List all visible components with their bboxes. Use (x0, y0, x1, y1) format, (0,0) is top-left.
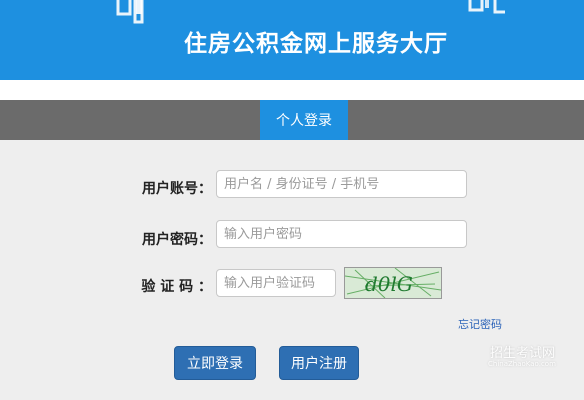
login-button[interactable]: 立即登录 (174, 346, 256, 380)
captcha-input[interactable] (216, 269, 336, 297)
site-title: 住房公积金网上服务大厅 (184, 31, 448, 57)
header-gap (0, 80, 584, 100)
captcha-label: 验 证 码 ： (141, 279, 212, 295)
tab-personal-login[interactable]: 个人登录 (260, 100, 348, 140)
account-label: 用户账号： (142, 181, 212, 197)
password-input[interactable] (216, 220, 467, 248)
account-input[interactable] (216, 170, 467, 198)
password-label: 用户密码： (142, 232, 212, 248)
watermark-text: 招生考试网 (490, 346, 556, 361)
register-button[interactable]: 用户注册 (279, 346, 359, 380)
forgot-password-link[interactable]: 忘记密码 (458, 316, 502, 332)
captcha-text: d0lG (365, 272, 413, 296)
header-banner: 住房公积金网上服务大厅 (0, 0, 584, 80)
watermark-url: ChinaZhaoKao.com (488, 360, 556, 368)
captcha-noise: d0lG (344, 267, 442, 299)
captcha-image[interactable]: d0lG (344, 267, 442, 299)
